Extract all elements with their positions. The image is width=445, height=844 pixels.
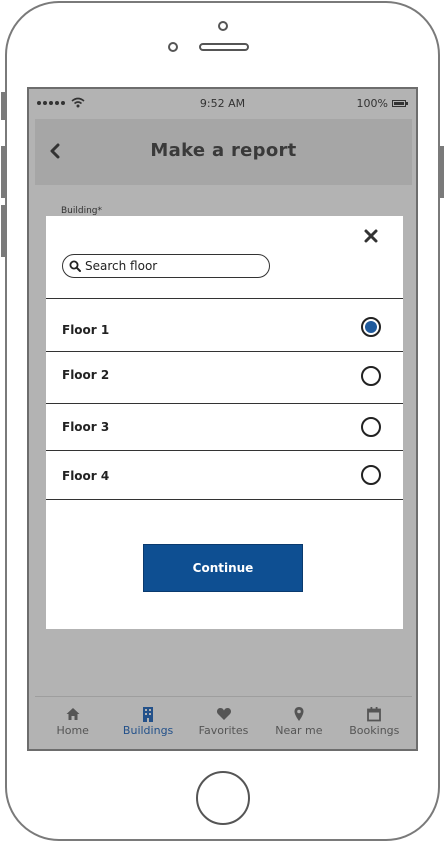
bottom-tab-bar: Home Buildings Favorites Near me Booking… xyxy=(35,696,412,747)
home-icon xyxy=(66,708,80,720)
mute-switch xyxy=(1,92,5,120)
floor-radio-selected[interactable] xyxy=(361,317,381,337)
volume-down-button xyxy=(1,205,5,257)
floor-radio[interactable] xyxy=(361,417,381,437)
floor-option-4[interactable]: Floor 4 xyxy=(46,450,403,500)
floor-radio[interactable] xyxy=(361,465,381,485)
page-title: Make a report xyxy=(150,140,297,161)
floor-option-label: Floor 2 xyxy=(62,368,110,382)
tab-label: Favorites xyxy=(198,724,249,737)
tab-label: Bookings xyxy=(349,724,400,737)
power-button xyxy=(440,146,444,198)
floor-radio[interactable] xyxy=(361,366,381,386)
tab-buildings[interactable]: Buildings xyxy=(110,697,185,747)
tab-home[interactable]: Home xyxy=(35,697,110,747)
search-icon xyxy=(69,260,81,272)
building-icon xyxy=(143,707,154,722)
floor-list: Floor 1 Floor 2 Floor 3 Floor 4 xyxy=(46,298,403,500)
floor-option-label: Floor 4 xyxy=(62,469,110,483)
battery-icon xyxy=(392,100,408,107)
home-hardware-button[interactable] xyxy=(196,771,250,825)
tab-bookings[interactable]: Bookings xyxy=(337,697,412,747)
search-floor-field[interactable] xyxy=(62,254,270,278)
floor-option-1[interactable]: Floor 1 xyxy=(46,298,403,351)
status-bar: 9:52 AM 100% xyxy=(29,89,416,117)
search-floor-input[interactable] xyxy=(85,259,255,273)
building-field-label: Building* xyxy=(61,206,103,216)
front-camera xyxy=(218,21,228,31)
floor-option-2[interactable]: Floor 2 xyxy=(46,351,403,403)
screen: 9:52 AM 100% Make a report Building* Flo… xyxy=(27,87,418,751)
close-icon[interactable] xyxy=(363,228,379,244)
tab-label: Near me xyxy=(275,724,323,737)
floor-option-label: Floor 1 xyxy=(62,323,110,337)
volume-up-button xyxy=(1,146,5,198)
tab-near-me[interactable]: Near me xyxy=(261,697,336,747)
tab-label: Home xyxy=(56,724,89,737)
earpiece-speaker xyxy=(199,43,249,51)
tab-favorites[interactable]: Favorites xyxy=(186,697,261,747)
floor-option-3[interactable]: Floor 3 xyxy=(46,403,403,450)
proximity-sensor xyxy=(168,42,178,52)
battery-percent: 100% xyxy=(356,97,388,110)
tab-label: Buildings xyxy=(122,724,174,737)
app-header: Make a report xyxy=(35,119,412,185)
location-pin-icon xyxy=(294,707,304,721)
heart-icon xyxy=(216,708,231,720)
calendar-icon xyxy=(367,707,382,722)
floor-select-modal: Floor 1 Floor 2 Floor 3 Floor 4 Continue xyxy=(46,216,403,629)
floor-option-label: Floor 3 xyxy=(62,420,110,434)
battery-indicator: 100% xyxy=(356,97,408,110)
continue-button[interactable]: Continue xyxy=(143,544,303,592)
